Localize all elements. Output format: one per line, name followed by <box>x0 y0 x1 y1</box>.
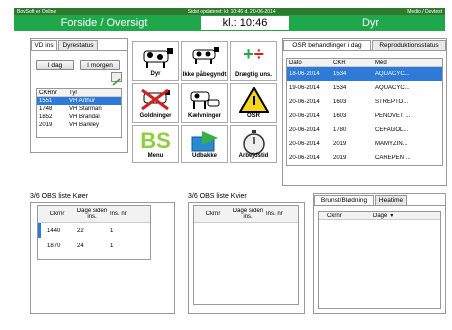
today-button[interactable]: I dag <box>36 60 74 70</box>
clock: kl.: 10:46 <box>201 16 289 30</box>
tab-heatime[interactable]: Heatime <box>375 195 407 205</box>
col-dage: Dage siden ins. <box>232 208 264 220</box>
col-tyr: Tyr <box>69 89 78 96</box>
col-ins-nr: Ins. nr <box>266 211 283 217</box>
dry-cow-icon <box>140 88 170 111</box>
pencil-icon <box>112 78 121 86</box>
table-row[interactable]: 18-06-2014 1534 AQUACYC... <box>287 67 442 81</box>
tomorrow-button[interactable]: I morgen <box>80 60 120 70</box>
brunst-table: Ckrnr Dage ▾ <box>318 211 441 309</box>
tile-dyr[interactable]: Dyr <box>132 41 179 81</box>
tile-ikke-pabegyndt[interactable]: Ikke påbegyndt <box>181 41 228 81</box>
table-header: CKRnr Tyr <box>37 89 121 97</box>
table-row[interactable]: 20-06-2014 2019 CAREPEN ... <box>287 151 442 165</box>
table-row[interactable]: 20-06-2014 1780 CEFAGOL... <box>287 123 442 137</box>
col-ckr: CKR <box>333 59 346 66</box>
col-ckrnr: Ckrnr <box>49 211 65 217</box>
tile-draegtig[interactable]: + ÷ Drægtig uns. <box>230 41 277 81</box>
table-row[interactable]: 2019 VH Barkley <box>37 121 121 129</box>
col-ins-nr: Ins. nr <box>110 211 127 217</box>
tile-label: Dyr <box>150 71 161 77</box>
tile-osr[interactable]: OSR <box>230 83 277 123</box>
table-header: Ckrnr Dage siden ins. Ins. nr <box>38 206 150 223</box>
obs-kvier-table: Ckrnr Dage siden ins. Ins. nr <box>193 205 299 305</box>
section-title: Dyr <box>361 17 380 29</box>
edit-button[interactable] <box>111 72 122 86</box>
status-bar: BovSoft er Online Sidst opdateret: kl: 1… <box>14 8 445 15</box>
table-row[interactable]: 20-06-2014 2019 MAMYZIN... <box>287 137 442 151</box>
table-row[interactable]: 19-06-2014 1534 AQUACYC... <box>287 81 442 95</box>
tab-vd-ins[interactable]: VD ins <box>31 40 57 50</box>
col-ckrnr: CKRnr <box>39 89 58 96</box>
online-status: BovSoft er Online <box>17 8 57 15</box>
obs-koer-title: 3/6 OBS liste Køer <box>30 193 88 200</box>
tab-divider <box>282 50 447 51</box>
table-row[interactable]: 20-06-2014 1603 PENOVET ... <box>287 109 442 123</box>
col-dato: Dato <box>289 59 302 66</box>
tab-reproduktionsstatus[interactable]: Reproduktionsstatus <box>372 40 446 50</box>
tile-label: Kælvninger <box>187 113 221 119</box>
tile-label: Ikke påbegyndt <box>182 72 227 78</box>
table-row[interactable]: 1440 22 1 <box>38 223 150 238</box>
bs-logo: BS <box>140 128 171 153</box>
col-ckrnr: Ckrnr <box>205 211 221 217</box>
tile-menu[interactable]: BS Menu <box>132 125 179 163</box>
divide-icon: ÷ <box>253 44 264 64</box>
tile-label: Drægtig uns. <box>235 72 272 78</box>
obs-kvier-title: 3/6 OBS liste Kvier <box>188 193 247 200</box>
tile-goldninger[interactable]: Goldninger <box>132 83 179 123</box>
tile-udbakke[interactable]: Udbakke <box>181 125 228 163</box>
last-updated: Sidst opdateret: kl: 10:46 d. 20-06-2014 <box>187 8 276 15</box>
sort-icon[interactable]: ▾ <box>387 212 393 219</box>
col-dage: Dage siden ins. <box>76 208 108 220</box>
tile-label: Menu <box>147 153 164 159</box>
tile-label: Arbejdstid <box>238 153 269 159</box>
tab-dyrestatus[interactable]: Dyrestatus <box>58 40 98 50</box>
tile-arbejdstid[interactable]: Arbejdstid <box>230 125 277 163</box>
outbox-icon <box>191 131 218 152</box>
table-row[interactable]: 1748 VH Starman <box>37 105 121 113</box>
col-ckrnr: Ckrnr <box>327 212 342 219</box>
stopwatch-icon <box>242 130 265 155</box>
tile-label: OSR <box>246 113 260 119</box>
title-bar: Forside / Oversigt kl.: 10:46 Dyr <box>14 15 445 31</box>
vd-table: CKRnr Tyr 1551 VH Arthur 1748 VH Starman… <box>36 88 122 138</box>
table-header: Ckrnr Dage ▾ <box>319 212 440 220</box>
table-row[interactable]: 1870 24 1 <box>38 238 150 253</box>
table-header: Ckrnr Dage siden ins. Ins. nr <box>194 206 298 223</box>
table-row[interactable]: 1551 VH Arthur <box>37 97 121 105</box>
calf-icon <box>190 91 219 109</box>
cow-icon <box>192 47 219 64</box>
warning-icon <box>238 87 269 113</box>
table-row[interactable]: 1852 VH Brandal <box>37 113 121 121</box>
tile-label: Goldninger <box>139 113 172 119</box>
user-info: Medio / Devtest <box>407 8 442 15</box>
tab-osr-today[interactable]: OSR behandlinger i dag <box>283 40 371 50</box>
obs-koer-table: Ckrnr Dage siden ins. Ins. nr 1440 22 1 … <box>37 205 151 260</box>
table-row[interactable]: 20-06-2014 1603 STREPTO... <box>287 95 442 109</box>
col-dage: Dage <box>373 212 388 219</box>
tile-kaelvninger[interactable]: Kælvninger <box>181 83 228 123</box>
tile-label: Udbakke <box>191 153 217 159</box>
page-title: Forside / Oversigt <box>60 17 148 29</box>
tab-divider <box>313 205 446 206</box>
table-header: Dato CKR Med <box>287 59 442 67</box>
tab-brunst[interactable]: Brunst/Blødning <box>314 195 374 205</box>
col-med: Med <box>375 59 387 66</box>
osr-table: Dato CKR Med 18-06-2014 1534 AQUACYC... … <box>286 58 443 166</box>
cow-icon <box>143 48 173 68</box>
plus-icon: + <box>243 44 254 64</box>
tab-divider <box>30 50 128 51</box>
